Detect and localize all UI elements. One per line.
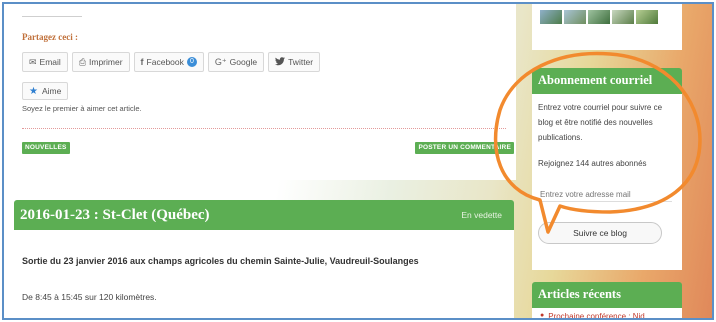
photo-widget [532, 4, 682, 50]
featured-label: En vedette [461, 210, 502, 220]
list-item[interactable]: ● Prochaine conférence : Nid [540, 312, 674, 319]
like-message: Soyez le premier à aimer cet article. [22, 104, 142, 113]
bullet-icon: ● [540, 312, 545, 319]
post-footer: Partagez ceci : ✉ Email ⎙ Imprimer f Fac… [12, 4, 516, 180]
recent-posts-list: ● Prochaine conférence : Nid [532, 308, 682, 319]
post-comment-link[interactable]: POSTER UN COMMENTAIRE [415, 142, 514, 154]
share-twitter-label: Twitter [288, 57, 314, 67]
share-email-button[interactable]: ✉ Email [22, 52, 68, 72]
share-facebook-label: Facebook [146, 57, 184, 67]
subscribe-heading: Abonnement courriel [532, 68, 682, 94]
google-icon: G⁺ [214, 56, 227, 67]
printer-icon: ⎙ [78, 56, 87, 67]
share-facebook-button[interactable]: f Facebook 0 [133, 52, 204, 72]
share-google-label: Google [229, 57, 258, 67]
post-title[interactable]: 2016-01-23 : St-Clet (Québec) [20, 207, 210, 224]
screenshot-frame: Partagez ceci : ✉ Email ⎙ Imprimer f Fac… [2, 2, 714, 320]
post-detail: De 8:45 à 15:45 sur 120 kilomètres. [22, 292, 157, 302]
subscribe-description: Entrez votre courriel pour suivre ce blo… [538, 103, 663, 142]
thumbnail-image[interactable] [588, 10, 610, 24]
star-icon: ★ [29, 85, 38, 97]
share-buttons: ✉ Email ⎙ Imprimer f Facebook 0 G⁺ Googl… [22, 52, 321, 72]
thumbnail-image[interactable] [540, 10, 562, 24]
share-print-label: Imprimer [89, 57, 123, 67]
recent-post-link[interactable]: Prochaine conférence : Nid [548, 312, 645, 318]
main-content: Partagez ceci : ✉ Email ⎙ Imprimer f Fac… [12, 4, 516, 318]
follow-blog-button[interactable]: Suivre ce blog [538, 222, 662, 244]
post-body: Sortie du 23 janvier 2016 aux champs agr… [14, 230, 514, 318]
dotted-divider [22, 128, 506, 129]
envelope-icon: ✉ [29, 56, 37, 67]
post-header: 2016-01-23 : St-Clet (Québec) En vedette [14, 200, 514, 230]
share-google-button[interactable]: G⁺ Google [207, 52, 265, 72]
share-twitter-button[interactable]: Twitter [268, 52, 321, 72]
facebook-icon: f [140, 57, 144, 67]
category-tag[interactable]: NOUVELLES [22, 142, 70, 154]
subscriber-count: Rejoignez 144 autres abonnés [538, 159, 647, 168]
twitter-icon [275, 56, 286, 68]
thumbnail-image[interactable] [564, 10, 586, 24]
post-intro: Sortie du 23 janvier 2016 aux champs agr… [22, 256, 419, 266]
share-email-label: Email [39, 57, 61, 67]
like-label: Aime [41, 86, 62, 96]
thumbnail-image[interactable] [612, 10, 634, 24]
divider [22, 16, 82, 17]
sidebar: Abonnement courriel Entrez votre courrie… [528, 4, 688, 319]
thumbnail-strip [540, 10, 674, 24]
thumbnail-image[interactable] [636, 10, 658, 24]
like-button[interactable]: ★ Aime [22, 82, 69, 100]
share-print-button[interactable]: ⎙ Imprimer [71, 52, 130, 72]
recent-posts-heading: Articles récents [532, 282, 682, 308]
email-input[interactable] [538, 188, 672, 202]
facebook-share-count: 0 [186, 57, 197, 67]
subscribe-widget: Entrez votre courriel pour suivre ce blo… [532, 94, 682, 270]
share-heading: Partagez ceci : [22, 32, 78, 42]
